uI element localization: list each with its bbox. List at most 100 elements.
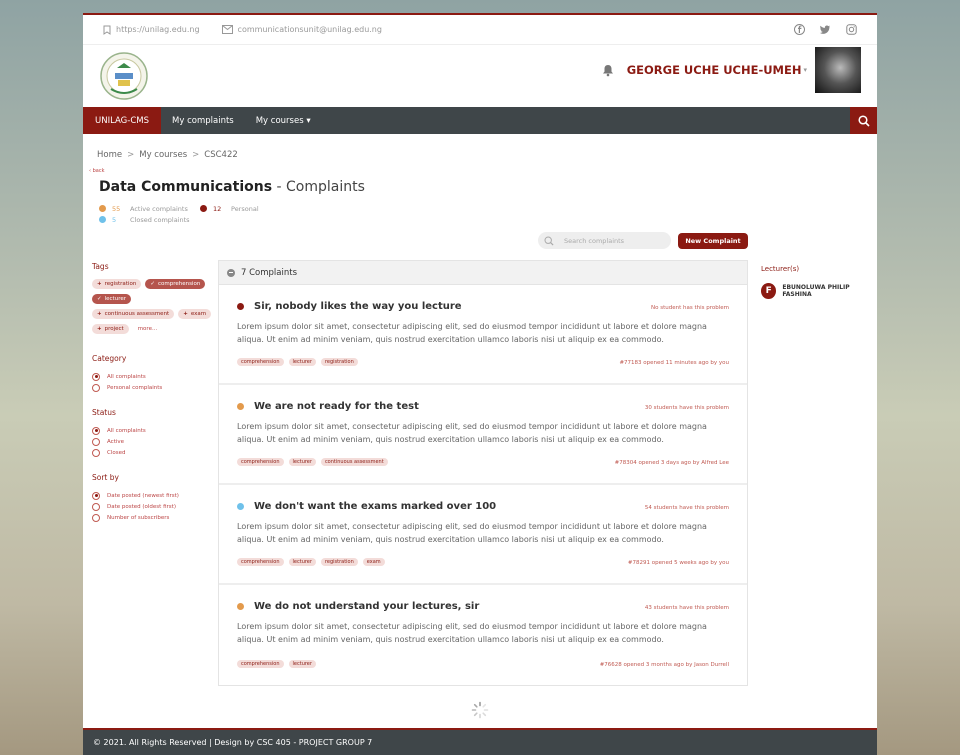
email-text: communicationsunit@unilag.edu.ng [237, 25, 382, 34]
complaint-tag[interactable]: lecturer [288, 660, 316, 668]
complaint-meta: #77183 opened 11 minutes ago by you [619, 360, 729, 366]
complaint-body: Lorem ipsum dolor sit amet, consectetur … [237, 322, 707, 344]
complaint-card[interactable]: We do not understand your lectures, sir … [219, 585, 747, 685]
subscriber-count: No student has this problem [650, 305, 729, 311]
complaint-tag[interactable]: comprehension [237, 458, 284, 466]
breadcrumb: Home > My courses > CSC422 [97, 150, 238, 160]
complaint-list: 7 Complaints Sir, nobody likes the way y… [218, 260, 748, 686]
bell-icon[interactable] [601, 63, 615, 77]
complaint-tag[interactable]: comprehension [237, 358, 284, 366]
page-title: Data Communications - Complaints [99, 179, 365, 195]
footer-text: © 2021. All Rights Reserved | Design by … [93, 738, 373, 747]
loading-spinner-icon [471, 701, 489, 719]
breadcrumb-home[interactable]: Home [97, 150, 122, 160]
complaint-title[interactable]: We don't want the exams marked over 100 [254, 501, 496, 512]
category-heading: Category [92, 354, 127, 363]
tag-filter-comprehension[interactable]: ✓ comprehension [145, 279, 206, 289]
category-filter: Category All complaints Personal complai… [92, 354, 212, 393]
tag-filter-list: + registration ✓ comprehension ✓ lecturer +… [92, 279, 212, 334]
complaint-list-header[interactable]: 7 Complaints [219, 261, 747, 285]
chevron-down-icon[interactable]: ▾ [803, 66, 807, 74]
complaint-tag[interactable]: lecturer [288, 458, 316, 466]
new-complaint-button[interactable]: New Complaint [678, 233, 748, 249]
complaint-meta: #76628 opened 3 months ago by Jason Durr… [599, 662, 729, 668]
closed-dot [99, 216, 106, 223]
university-logo[interactable] [99, 51, 149, 101]
facebook-icon[interactable] [793, 24, 805, 36]
complaint-tag[interactable]: exam [362, 558, 385, 566]
tag-filter-project[interactable]: + project [92, 324, 129, 334]
personal-count: 12 [213, 204, 222, 213]
info-bar: https://unilag.edu.ng communicationsunit… [83, 15, 877, 45]
bookmark-icon [103, 25, 111, 35]
complaint-card[interactable]: Sir, nobody likes the way you lecture No… [219, 285, 747, 385]
category-option[interactable]: All complaints [92, 371, 212, 382]
status-option[interactable]: All complaints [92, 425, 212, 436]
complaint-card[interactable]: We don't want the exams marked over 100 … [219, 485, 747, 585]
subscriber-count: 54 students have this problem [644, 505, 729, 511]
complaint-title[interactable]: We do not understand your lectures, sir [254, 601, 479, 612]
complaint-stats: 55 Active complaints 12 Personal 5 Close… [99, 203, 259, 225]
lecturer-item[interactable]: F EBUNOLUWA PHILIP FASHINA [761, 283, 877, 299]
lecturer-name[interactable]: EBUNOLUWA PHILIP FASHINA [782, 284, 877, 298]
breadcrumb-my-courses[interactable]: My courses [139, 150, 187, 160]
closed-count: 5 [112, 215, 117, 224]
website-link[interactable]: https://unilag.edu.ng [103, 25, 200, 35]
search-icon [857, 114, 870, 127]
complaint-tags: comprehension lecturer continuous assess… [237, 458, 388, 466]
complaint-meta: #78304 opened 3 days ago by Alfred Lee [614, 460, 729, 466]
complaint-tag[interactable]: comprehension [237, 660, 284, 668]
status-filter: Status All complaints Active Closed [92, 408, 212, 458]
category-option[interactable]: Personal complaints [92, 382, 212, 393]
complaint-tag[interactable]: registration [320, 558, 358, 566]
page-container: https://unilag.edu.ng communicationsunit… [83, 13, 877, 755]
nav-my-complaints[interactable]: My complaints [161, 116, 245, 126]
complaint-body: Lorem ipsum dolor sit amet, consectetur … [237, 622, 707, 644]
twitter-icon[interactable] [819, 24, 831, 36]
nav-search-button[interactable] [850, 107, 877, 134]
complaint-tag[interactable]: lecturer [288, 358, 316, 366]
collapse-icon[interactable] [227, 268, 235, 277]
sort-option[interactable]: Date posted (oldest first) [92, 501, 212, 512]
complaint-title[interactable]: Sir, nobody likes the way you lecture [254, 301, 462, 312]
user-name[interactable]: GEORGE UCHE UCHE-UMEH [627, 63, 802, 77]
status-dot [237, 603, 244, 610]
brand-row: GEORGE UCHE UCHE-UMEH ▾ [83, 45, 877, 107]
complaint-body: Lorem ipsum dolor sit amet, consectetur … [237, 422, 707, 444]
email-link[interactable]: communicationsunit@unilag.edu.ng [221, 25, 382, 34]
sort-option[interactable]: Number of subscribers [92, 512, 212, 523]
nav-brand[interactable]: UNILAG-CMS [83, 107, 162, 134]
tag-filter-lecturer[interactable]: ✓ lecturer [92, 294, 131, 304]
main-nav: UNILAG-CMS My complaints My courses ▾ [83, 107, 877, 134]
personal-dot [200, 205, 207, 212]
page-section: - Complaints [272, 179, 365, 195]
status-option[interactable]: Active [92, 436, 212, 447]
search-icon [544, 235, 554, 246]
complaint-title[interactable]: We are not ready for the test [254, 401, 419, 412]
sort-option[interactable]: Date posted (newest first) [92, 490, 212, 501]
active-dot [99, 205, 106, 212]
instagram-icon[interactable] [845, 24, 857, 36]
breadcrumb-course[interactable]: CSC422 [204, 150, 238, 160]
tag-filter-exam[interactable]: + exam [178, 309, 212, 319]
complaint-tags: comprehension lecturer [237, 660, 316, 668]
search-input[interactable]: Search complaints [538, 232, 671, 249]
avatar[interactable] [815, 47, 861, 93]
nav-my-courses[interactable]: My courses ▾ [245, 116, 322, 126]
complaint-tag[interactable]: registration [320, 358, 358, 366]
complaint-card[interactable]: We are not ready for the test 30 student… [219, 385, 747, 485]
tag-filter-continuous-assessment[interactable]: + continuous assessment [92, 309, 175, 319]
user-menu[interactable]: GEORGE UCHE UCHE-UMEH ▾ [601, 47, 861, 93]
complaint-tag[interactable]: comprehension [237, 558, 284, 566]
complaint-tag[interactable]: lecturer [288, 558, 316, 566]
complaint-tag[interactable]: continuous assessment [320, 458, 388, 466]
breadcrumb-separator: > [127, 150, 135, 160]
tags-more-link[interactable]: more... [133, 324, 163, 334]
complaint-body: Lorem ipsum dolor sit amet, consectetur … [237, 522, 707, 544]
active-count: 55 [112, 204, 121, 213]
tag-filter-registration[interactable]: + registration [92, 279, 142, 289]
back-link[interactable]: ‹ back [89, 168, 104, 174]
complaint-tags: comprehension lecturer registration exam [237, 558, 385, 566]
status-option[interactable]: Closed [92, 447, 212, 458]
breadcrumb-separator: > [192, 150, 200, 160]
